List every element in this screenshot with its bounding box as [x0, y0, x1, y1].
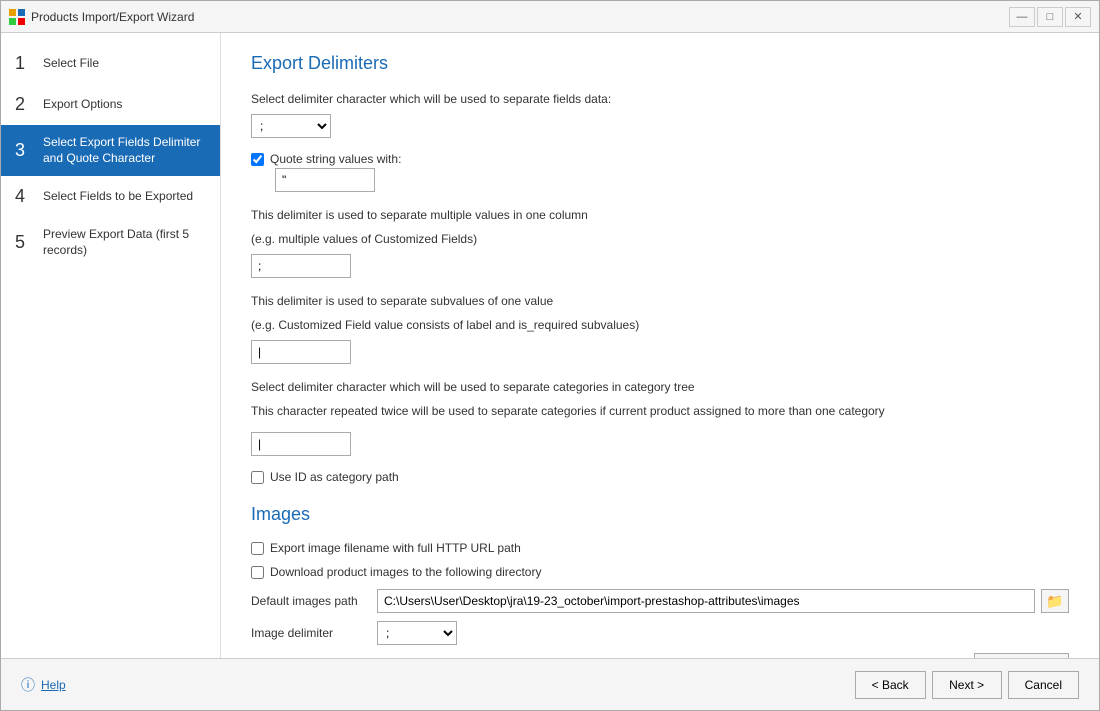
export-image-row: Export image filename with full HTTP URL… [251, 541, 1069, 555]
sidebar: 1 Select File 2 Export Options 3 Select … [1, 33, 221, 658]
use-id-checkbox-row: Use ID as category path [251, 470, 1069, 484]
window: Products Import/Export Wizard — □ ✕ 1 Se… [0, 0, 1100, 711]
window-title: Products Import/Export Wizard [31, 10, 194, 24]
step-label-5: Preview Export Data (first 5 records) [43, 227, 206, 258]
multi-value-label2: (e.g. multiple values of Customized Fiel… [251, 230, 1069, 248]
step-label-2: Export Options [43, 97, 122, 113]
back-button[interactable]: < Back [855, 671, 926, 699]
subvalue-label2: (e.g. Customized Field value consists of… [251, 316, 1069, 334]
quote-checkbox[interactable] [251, 153, 264, 166]
quote-label: Quote string values with: [270, 152, 401, 166]
sidebar-item-select-file[interactable]: 1 Select File [1, 43, 220, 84]
sidebar-item-select-fields-to-be-exported[interactable]: 4 Select Fields to be Exported [1, 176, 220, 217]
footer: ⓘ Help < Back Next > Cancel [1, 658, 1099, 710]
folder-icon: 📁 [1046, 593, 1063, 610]
delimiter-label: Select delimiter character which will be… [251, 90, 1069, 108]
cancel-button[interactable]: Cancel [1008, 671, 1079, 699]
app-icon [9, 9, 25, 25]
step-label-3: Select Export Fields Delimiter and Quote… [43, 135, 206, 166]
sidebar-item-export-options[interactable]: 2 Export Options [1, 84, 220, 125]
image-delimiter-select[interactable]: ; , | [377, 621, 457, 645]
category-delimiter-row: Select delimiter character which will be… [251, 378, 1069, 456]
browse-button[interactable]: 📁 [1041, 589, 1069, 613]
step-num-5: 5 [15, 232, 33, 253]
subvalue-delimiter-input[interactable] [251, 340, 351, 364]
step-num-3: 3 [15, 140, 33, 161]
export-image-label: Export image filename with full HTTP URL… [270, 541, 521, 555]
multi-value-row: This delimiter is used to separate multi… [251, 206, 1069, 278]
step-num-4: 4 [15, 186, 33, 207]
quote-checkbox-row: Quote string values with: [251, 152, 1069, 166]
main-section-title: Export Delimiters [251, 53, 1069, 74]
minimize-button[interactable]: — [1009, 7, 1035, 27]
help-link[interactable]: Help [41, 678, 66, 692]
main-panel: Export Delimiters Select delimiter chara… [221, 33, 1099, 658]
title-bar: Products Import/Export Wizard — □ ✕ [1, 1, 1099, 33]
footer-left: ⓘ Help [21, 675, 66, 695]
step-num-2: 2 [15, 94, 33, 115]
multi-value-label1: This delimiter is used to separate multi… [251, 206, 1069, 224]
category-label2: This character repeated twice will be us… [251, 402, 1069, 420]
category-label1: Select delimiter character which will be… [251, 378, 1069, 396]
window-controls: — □ ✕ [1009, 7, 1091, 27]
step-num-1: 1 [15, 53, 33, 74]
category-delimiter-input[interactable] [251, 432, 351, 456]
quote-value-row [275, 168, 1069, 192]
use-id-label: Use ID as category path [270, 470, 399, 484]
default-images-path-input[interactable] [377, 589, 1035, 613]
title-bar-left: Products Import/Export Wizard [9, 9, 194, 25]
sidebar-item-preview-export-data[interactable]: 5 Preview Export Data (first 5 records) [1, 217, 220, 268]
subvalue-row: This delimiter is used to separate subva… [251, 292, 1069, 364]
sidebar-item-select-export-fields-delimiter[interactable]: 3 Select Export Fields Delimiter and Quo… [1, 125, 220, 176]
step-label-4: Select Fields to be Exported [43, 189, 193, 205]
images-title: Images [251, 504, 1069, 525]
main-content: 1 Select File 2 Export Options 3 Select … [1, 33, 1099, 658]
help-icon[interactable]: ⓘ [21, 675, 35, 695]
default-images-path-label: Default images path [251, 594, 371, 608]
subvalue-label1: This delimiter is used to separate subva… [251, 292, 1069, 310]
maximize-button[interactable]: □ [1037, 7, 1063, 27]
delimiter-select[interactable]: ; , | [251, 114, 331, 138]
default-images-path-row: Default images path 📁 [251, 589, 1069, 613]
export-image-checkbox[interactable] [251, 542, 264, 555]
use-id-checkbox[interactable] [251, 471, 264, 484]
download-images-label: Download product images to the following… [270, 565, 541, 579]
close-button[interactable]: ✕ [1065, 7, 1091, 27]
image-delimiter-row: Image delimiter ; , | [251, 621, 1069, 645]
images-section: Images Export image filename with full H… [251, 504, 1069, 658]
footer-right: < Back Next > Cancel [855, 671, 1079, 699]
download-images-checkbox[interactable] [251, 566, 264, 579]
step-label-1: Select File [43, 56, 99, 72]
image-delimiter-label: Image delimiter [251, 626, 371, 640]
quote-value-input[interactable] [275, 168, 375, 192]
next-button[interactable]: Next > [932, 671, 1002, 699]
multi-value-delimiter-input[interactable] [251, 254, 351, 278]
download-images-row: Download product images to the following… [251, 565, 1069, 579]
delimiter-row: Select delimiter character which will be… [251, 90, 1069, 138]
